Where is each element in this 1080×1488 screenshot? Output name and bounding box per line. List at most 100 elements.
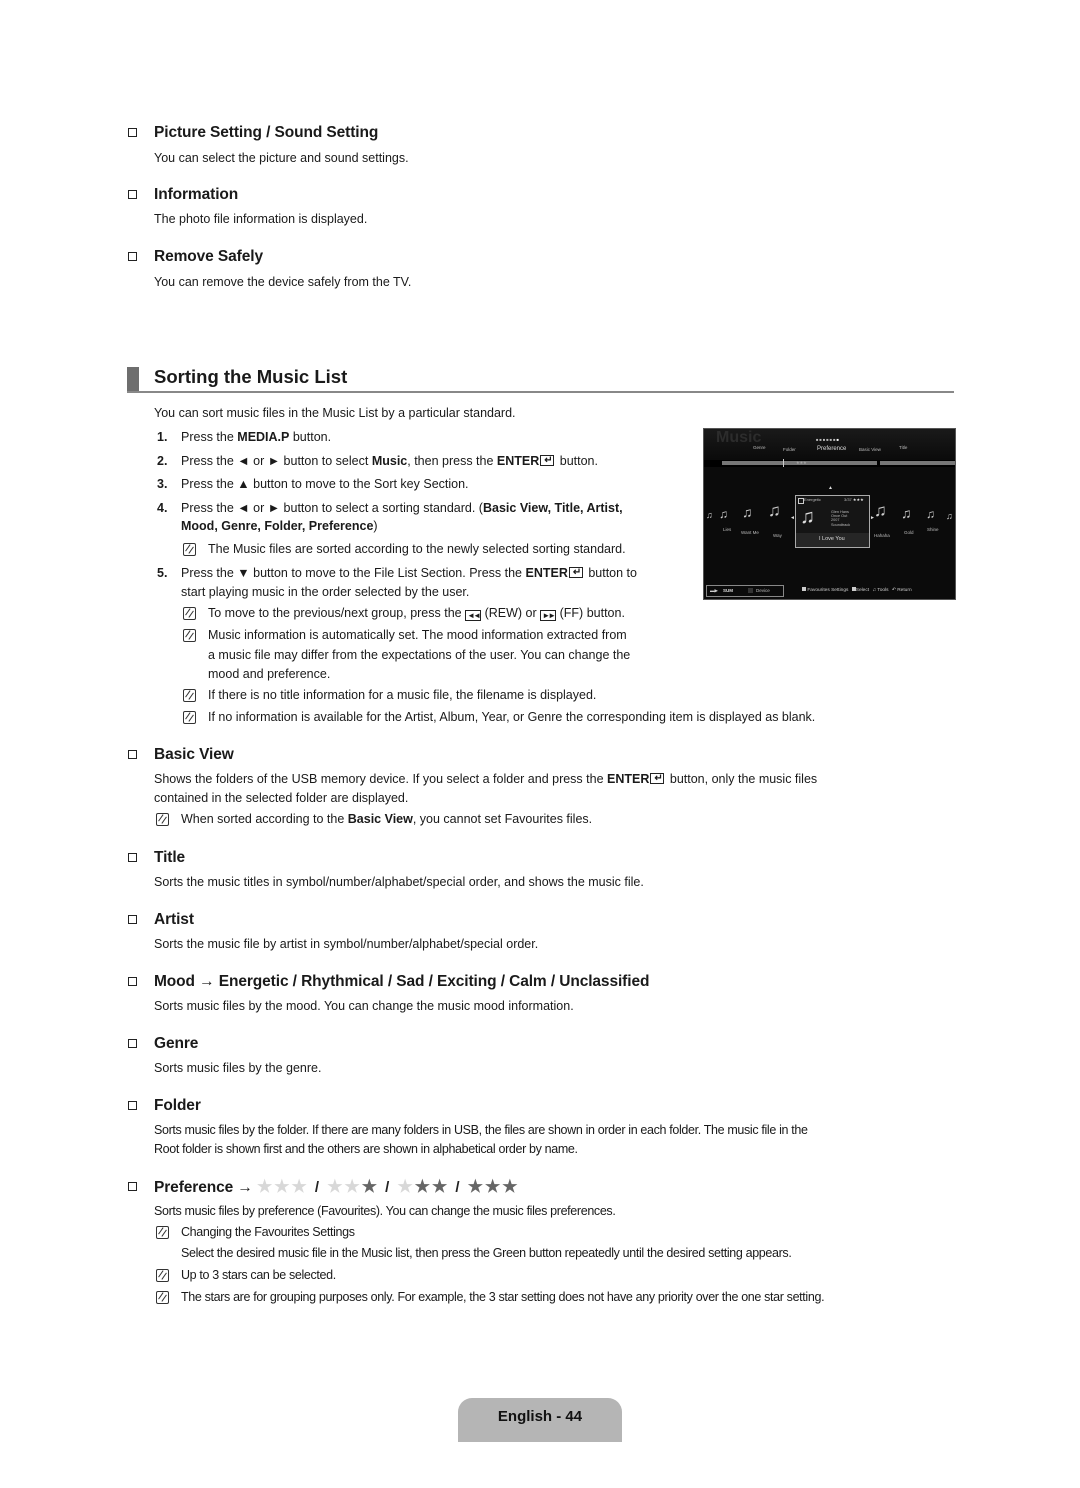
sort-tab-preference[interactable]: Preference (817, 446, 846, 452)
track-shine[interactable]: Shine (927, 527, 939, 532)
enter-key-icon (568, 564, 583, 583)
music-note-icon: ♫ (800, 506, 815, 528)
page-number-tab: English - 44 (458, 1398, 622, 1442)
music-note-icon: ♫ (719, 507, 728, 521)
track-way[interactable]: Way (773, 533, 782, 538)
star-icon: ★ (467, 1177, 486, 1196)
sort-tab-genre[interactable]: Genre (753, 445, 766, 450)
note-favourites-detail: Select the desired music file in the Mus… (181, 1246, 792, 1260)
section-heading: Title (154, 849, 186, 866)
separator: / (449, 1179, 468, 1196)
section-text: You can select the picture and sound set… (154, 151, 409, 165)
star-icon: ★ (485, 1177, 503, 1196)
section-heading: Basic View (154, 746, 234, 763)
track-lies[interactable]: Lies (723, 527, 731, 532)
section-text: The photo file information is displayed. (154, 212, 368, 226)
title-bar-marker (127, 367, 139, 391)
step-1: 1. Press the MEDIA.P button. (157, 430, 332, 444)
checkbox-bullet-icon (128, 1182, 137, 1191)
enter-key-icon (650, 770, 665, 789)
star-icon: ★ (361, 1177, 379, 1196)
checkbox-bullet-icon (128, 1101, 137, 1110)
footer-hints: Favourites Settings Select ♫ Tools ↶ Ret… (802, 587, 912, 593)
star-icon: ★ (397, 1177, 415, 1196)
section-heading: Preference → ★★★ / ★★★ / ★★★ / ★★★ (154, 1177, 520, 1196)
tv-music-screen: Music ■■■■■■■ Genre Folder Preference Ba… (703, 428, 956, 600)
star-icon: ★ (502, 1177, 520, 1196)
note-mood: Music information is automatically set. … (208, 628, 631, 681)
intro-text: You can sort music files in the Music Li… (154, 406, 516, 420)
section-heading: Folder (154, 1097, 201, 1114)
star-icon: ★ (291, 1177, 309, 1196)
star-icon: ★ (327, 1177, 345, 1196)
checkbox-bullet-icon (128, 915, 137, 924)
usb-icon: ▬▶ (710, 588, 718, 593)
note-icon (156, 1269, 169, 1282)
section-text: Sorts music files by the genre. (154, 1061, 322, 1075)
star-level-1: ★★★ (327, 1177, 379, 1196)
section-text: Sorts music files by the mood. You can c… (154, 999, 574, 1013)
note-favourites-settings: Changing the Favourites Settings (181, 1225, 355, 1239)
note-max-stars: Up to 3 stars can be selected. (181, 1268, 336, 1282)
music-note-icon: ♫ (874, 501, 887, 520)
section-text: Sorts the music file by artist in symbol… (154, 937, 539, 951)
section-text: Sorts music files by the folder. If ther… (154, 1123, 808, 1137)
note-no-info: If no information is available for the A… (208, 710, 816, 724)
page-title: Sorting the Music List (154, 366, 348, 387)
note-icon (183, 607, 196, 620)
device-selector[interactable]: ▬▶ SUM Device (706, 585, 784, 597)
note-icon (156, 1226, 169, 1239)
star-level-0: ★★★ (257, 1177, 309, 1196)
section-text: Sorts music files by preference (Favouri… (154, 1204, 616, 1218)
note-basic-view: When sorted according to the Basic View,… (181, 812, 593, 826)
music-note-icon: ♫ (768, 501, 781, 520)
music-note-icon: ♫ (946, 511, 953, 521)
step-5: 5. Press the ▼ button to move to the Fil… (157, 564, 637, 599)
ff-button-icon: ►► (540, 610, 557, 621)
title-rule (127, 391, 954, 393)
section-text-line2: Root folder is shown first and the other… (154, 1142, 578, 1156)
music-note-icon: ♫ (901, 505, 912, 521)
note-icon (156, 1291, 169, 1304)
step-2: 2. Press the ◄ or ► button to select Mus… (157, 452, 598, 471)
star-levels: ★★★ / ★★★ / ★★★ / ★★★ (257, 1177, 520, 1196)
up-arrow-icon: ▲ (828, 485, 833, 491)
step-3: 3. Press the ▲ button to move to the Sor… (157, 477, 469, 491)
section-text: Shows the folders of the USB memory devi… (154, 770, 817, 789)
track-want-me[interactable]: Want Me (741, 530, 759, 535)
star-icon: ★ (432, 1177, 450, 1196)
section-text-line2: contained in the selected folder are dis… (154, 791, 409, 805)
section-text: Sorts the music titles in symbol/number/… (154, 875, 644, 889)
note-icon (183, 629, 196, 642)
separator: / (308, 1179, 328, 1196)
track-hahaha[interactable]: Hahaha (874, 533, 890, 538)
checkbox-bullet-icon (128, 853, 137, 862)
page-number: English - 44 (497, 1408, 583, 1425)
checkbox-bullet-icon (128, 977, 137, 986)
step-4: 4. Press the ◄ or ► button to select a s… (157, 501, 623, 533)
sort-tab-title[interactable]: Title (899, 445, 907, 450)
star-level-3: ★★★ (468, 1177, 520, 1196)
sort-tab-folder[interactable]: Folder (783, 447, 796, 452)
track-gold[interactable]: Gold (904, 530, 914, 535)
rew-button-icon: ◄◄ (465, 610, 482, 621)
section-heading: Remove Safely (154, 248, 263, 265)
note-no-title: If there is no title information for a m… (208, 688, 597, 702)
selected-track-title: I Love You (819, 536, 845, 542)
sort-tab-basic-view[interactable]: Basic View (859, 447, 881, 452)
section-heading: Genre (154, 1035, 199, 1052)
group-label: ★★★ (796, 460, 807, 465)
music-note-icon: ♫ (706, 510, 713, 520)
star-icon: ★ (344, 1177, 362, 1196)
selected-track-card[interactable]: Energetic 3/37 ★★★ ♫ Glen Hans Once Out … (795, 495, 870, 548)
star-icon: ★ (256, 1177, 275, 1196)
music-note-icon: ♫ (926, 507, 935, 521)
checkbox-bullet-icon (128, 1039, 137, 1048)
star-icon: ★ (274, 1177, 292, 1196)
note-icon (183, 711, 196, 724)
checkbox-bullet-icon (128, 252, 137, 261)
separator: / (378, 1179, 398, 1196)
checkbox-bullet-icon (128, 750, 137, 759)
section-heading: Artist (154, 911, 194, 928)
checkbox-bullet-icon (128, 128, 137, 137)
